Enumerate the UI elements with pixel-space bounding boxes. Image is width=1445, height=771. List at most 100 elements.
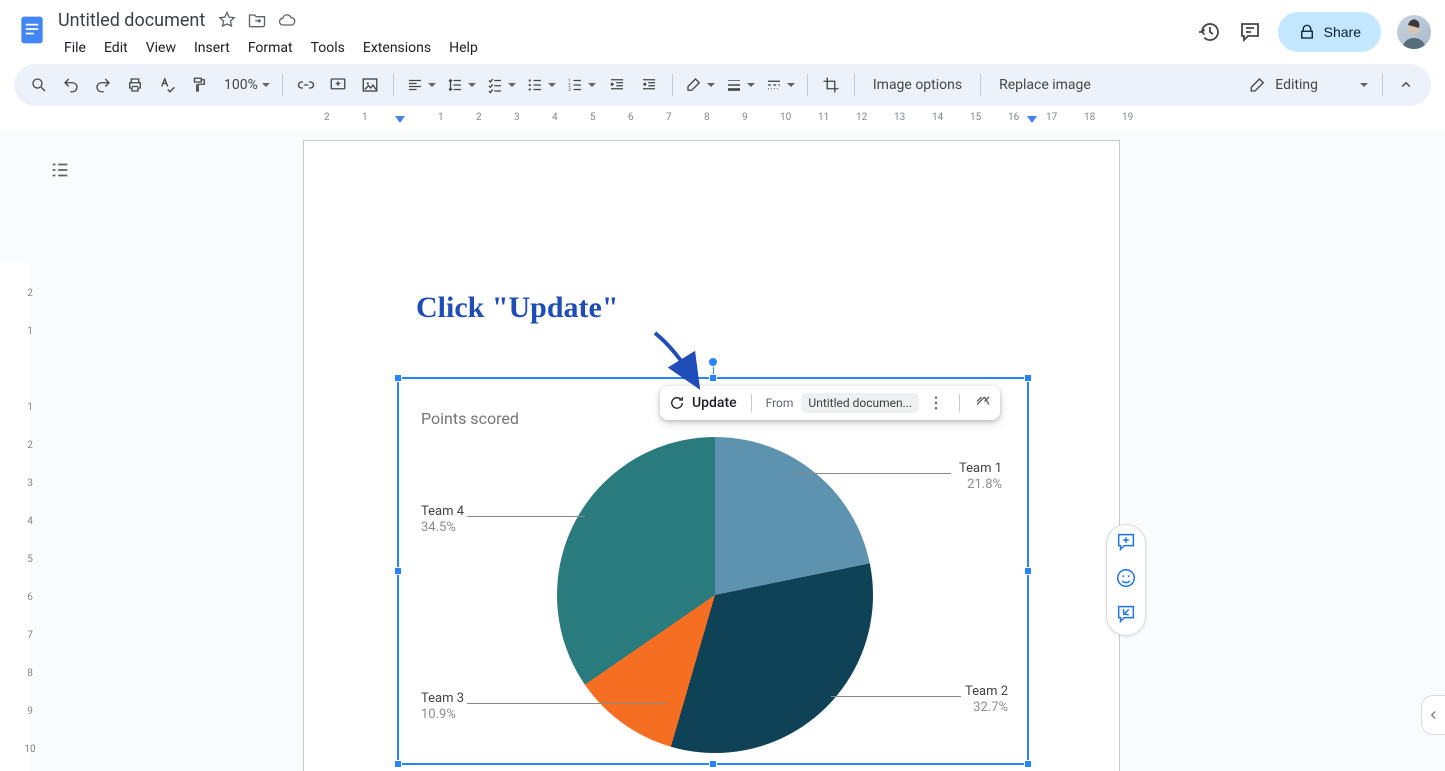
- decrease-indent-icon[interactable]: [602, 70, 632, 100]
- zoom-dropdown[interactable]: 100%: [216, 70, 274, 100]
- chevron-down-icon: [707, 83, 715, 91]
- ruler-tick: 5: [15, 554, 45, 565]
- chevron-down-icon: [468, 83, 476, 91]
- ruler-tick: 2: [476, 112, 482, 123]
- zoom-value: 100%: [220, 77, 258, 93]
- resize-handle-sw[interactable]: [394, 760, 402, 768]
- slice-percent: 10.9%: [421, 707, 464, 723]
- collapse-toolbar-icon[interactable]: [1391, 70, 1421, 100]
- ruler-tick: 4: [15, 516, 45, 527]
- ruler-tick: 2: [15, 288, 45, 299]
- document-title[interactable]: Untitled document: [56, 9, 207, 32]
- ruler-tick: 3: [15, 478, 45, 489]
- chevron-down-icon: [548, 83, 556, 91]
- suggest-edit-icon[interactable]: [1115, 603, 1137, 629]
- docs-logo-icon[interactable]: [14, 12, 50, 48]
- editing-mode-dropdown[interactable]: Editing: [1249, 76, 1374, 94]
- chevron-down-icon: [262, 83, 270, 91]
- embedded-chart[interactable]: Points scored Team 1 21.8% Team 2 32.7% …: [397, 377, 1029, 765]
- menu-extensions[interactable]: Extensions: [355, 36, 439, 60]
- menu-help[interactable]: Help: [441, 36, 486, 60]
- resize-handle-se[interactable]: [1024, 760, 1032, 768]
- comments-icon[interactable]: [1238, 20, 1262, 44]
- annotation-text: Click "Update": [416, 291, 619, 325]
- add-comment-icon[interactable]: [1115, 531, 1137, 557]
- spellcheck-icon[interactable]: [152, 70, 182, 100]
- menu-tools[interactable]: Tools: [303, 36, 353, 60]
- increase-indent-icon[interactable]: [634, 70, 664, 100]
- insert-image-icon[interactable]: [355, 70, 385, 100]
- numbered-list-dropdown[interactable]: 123: [562, 70, 600, 100]
- leader-line: [467, 516, 585, 517]
- redo-icon[interactable]: [88, 70, 118, 100]
- menu-edit[interactable]: Edit: [96, 36, 136, 60]
- share-button[interactable]: Share: [1278, 12, 1381, 52]
- ruler-tick: 6: [15, 592, 45, 603]
- document-canvas[interactable]: 2 1 1 2 3 4 5 6 7 8 9 10 11 12 13 Points…: [0, 130, 1445, 771]
- line-spacing-dropdown[interactable]: [442, 70, 480, 100]
- svg-text:3: 3: [568, 87, 571, 93]
- chart-options-icon[interactable]: [927, 394, 945, 412]
- leader-line: [831, 696, 961, 697]
- slice-percent: 32.7%: [965, 700, 1008, 716]
- indent-marker-left-icon[interactable]: [394, 116, 406, 128]
- chevron-down-icon: [747, 83, 755, 91]
- chart-title: Points scored: [421, 409, 519, 428]
- resize-handle-s[interactable]: [709, 760, 717, 768]
- image-options-button[interactable]: Image options: [863, 70, 972, 100]
- align-dropdown[interactable]: [402, 70, 440, 100]
- resize-handle-e[interactable]: [1024, 567, 1032, 575]
- print-icon[interactable]: [120, 70, 150, 100]
- ruler-tick: 7: [15, 630, 45, 641]
- insert-link-icon[interactable]: [291, 70, 321, 100]
- checklist-dropdown[interactable]: [482, 70, 520, 100]
- from-label: From: [766, 396, 794, 410]
- pie-chart-icon: [557, 437, 873, 753]
- vertical-ruler[interactable]: 2 1 1 2 3 4 5 6 7 8 9 10 11 12 13: [0, 262, 30, 771]
- cloud-saved-icon[interactable]: [277, 10, 297, 30]
- show-sidepanel-icon[interactable]: [1421, 695, 1445, 735]
- show-outline-icon[interactable]: [44, 154, 76, 186]
- bulleted-list-dropdown[interactable]: [522, 70, 560, 100]
- ruler-tick: 14: [932, 112, 943, 123]
- undo-icon[interactable]: [56, 70, 86, 100]
- menu-insert[interactable]: Insert: [186, 36, 238, 60]
- paint-format-icon[interactable]: [184, 70, 214, 100]
- border-weight-dropdown[interactable]: [721, 70, 759, 100]
- replace-image-button[interactable]: Replace image: [989, 70, 1101, 100]
- horizontal-ruler[interactable]: 2 1 1 2 3 4 5 6 7 8 9 10 11 12 13 14 15 …: [30, 112, 1431, 128]
- slice-percent: 21.8%: [959, 477, 1002, 493]
- unlink-icon[interactable]: [974, 394, 992, 412]
- share-label: Share: [1324, 24, 1361, 40]
- search-toolbar-icon[interactable]: [24, 70, 54, 100]
- ruler-tick: 8: [704, 112, 710, 123]
- history-icon[interactable]: [1198, 20, 1222, 44]
- ruler-tick: 7: [666, 112, 672, 123]
- star-icon[interactable]: [217, 10, 237, 30]
- comment-dock: [1106, 524, 1146, 636]
- menu-file[interactable]: File: [56, 36, 94, 60]
- border-color-dropdown[interactable]: [681, 70, 719, 100]
- account-avatar[interactable]: [1397, 15, 1431, 49]
- source-chip[interactable]: Untitled documen...: [801, 393, 919, 413]
- app-header: Untitled document File Edit View Insert …: [0, 0, 1445, 64]
- border-dash-dropdown[interactable]: [761, 70, 799, 100]
- indent-marker-right-icon[interactable]: [1026, 116, 1038, 128]
- menu-format[interactable]: Format: [240, 36, 301, 60]
- ruler-tick: 2: [324, 112, 330, 123]
- menu-view[interactable]: View: [138, 36, 184, 60]
- slice-label: Team 1: [959, 461, 1002, 476]
- ruler-tick: 5: [590, 112, 596, 123]
- ruler-tick: 2: [15, 440, 45, 451]
- ruler-tick: 3: [514, 112, 520, 123]
- add-emoji-icon[interactable]: [1115, 567, 1137, 593]
- crop-image-icon[interactable]: [816, 70, 846, 100]
- chart-body: Points scored Team 1 21.8% Team 2 32.7% …: [401, 381, 1025, 761]
- move-folder-icon[interactable]: [247, 10, 267, 30]
- ruler-tick: 1: [438, 112, 444, 123]
- ruler-tick: 18: [1084, 112, 1095, 123]
- ruler-tick: 8: [15, 668, 45, 679]
- resize-handle-ne[interactable]: [1024, 374, 1032, 382]
- ruler-tick: 15: [970, 112, 981, 123]
- insert-comment-icon[interactable]: [323, 70, 353, 100]
